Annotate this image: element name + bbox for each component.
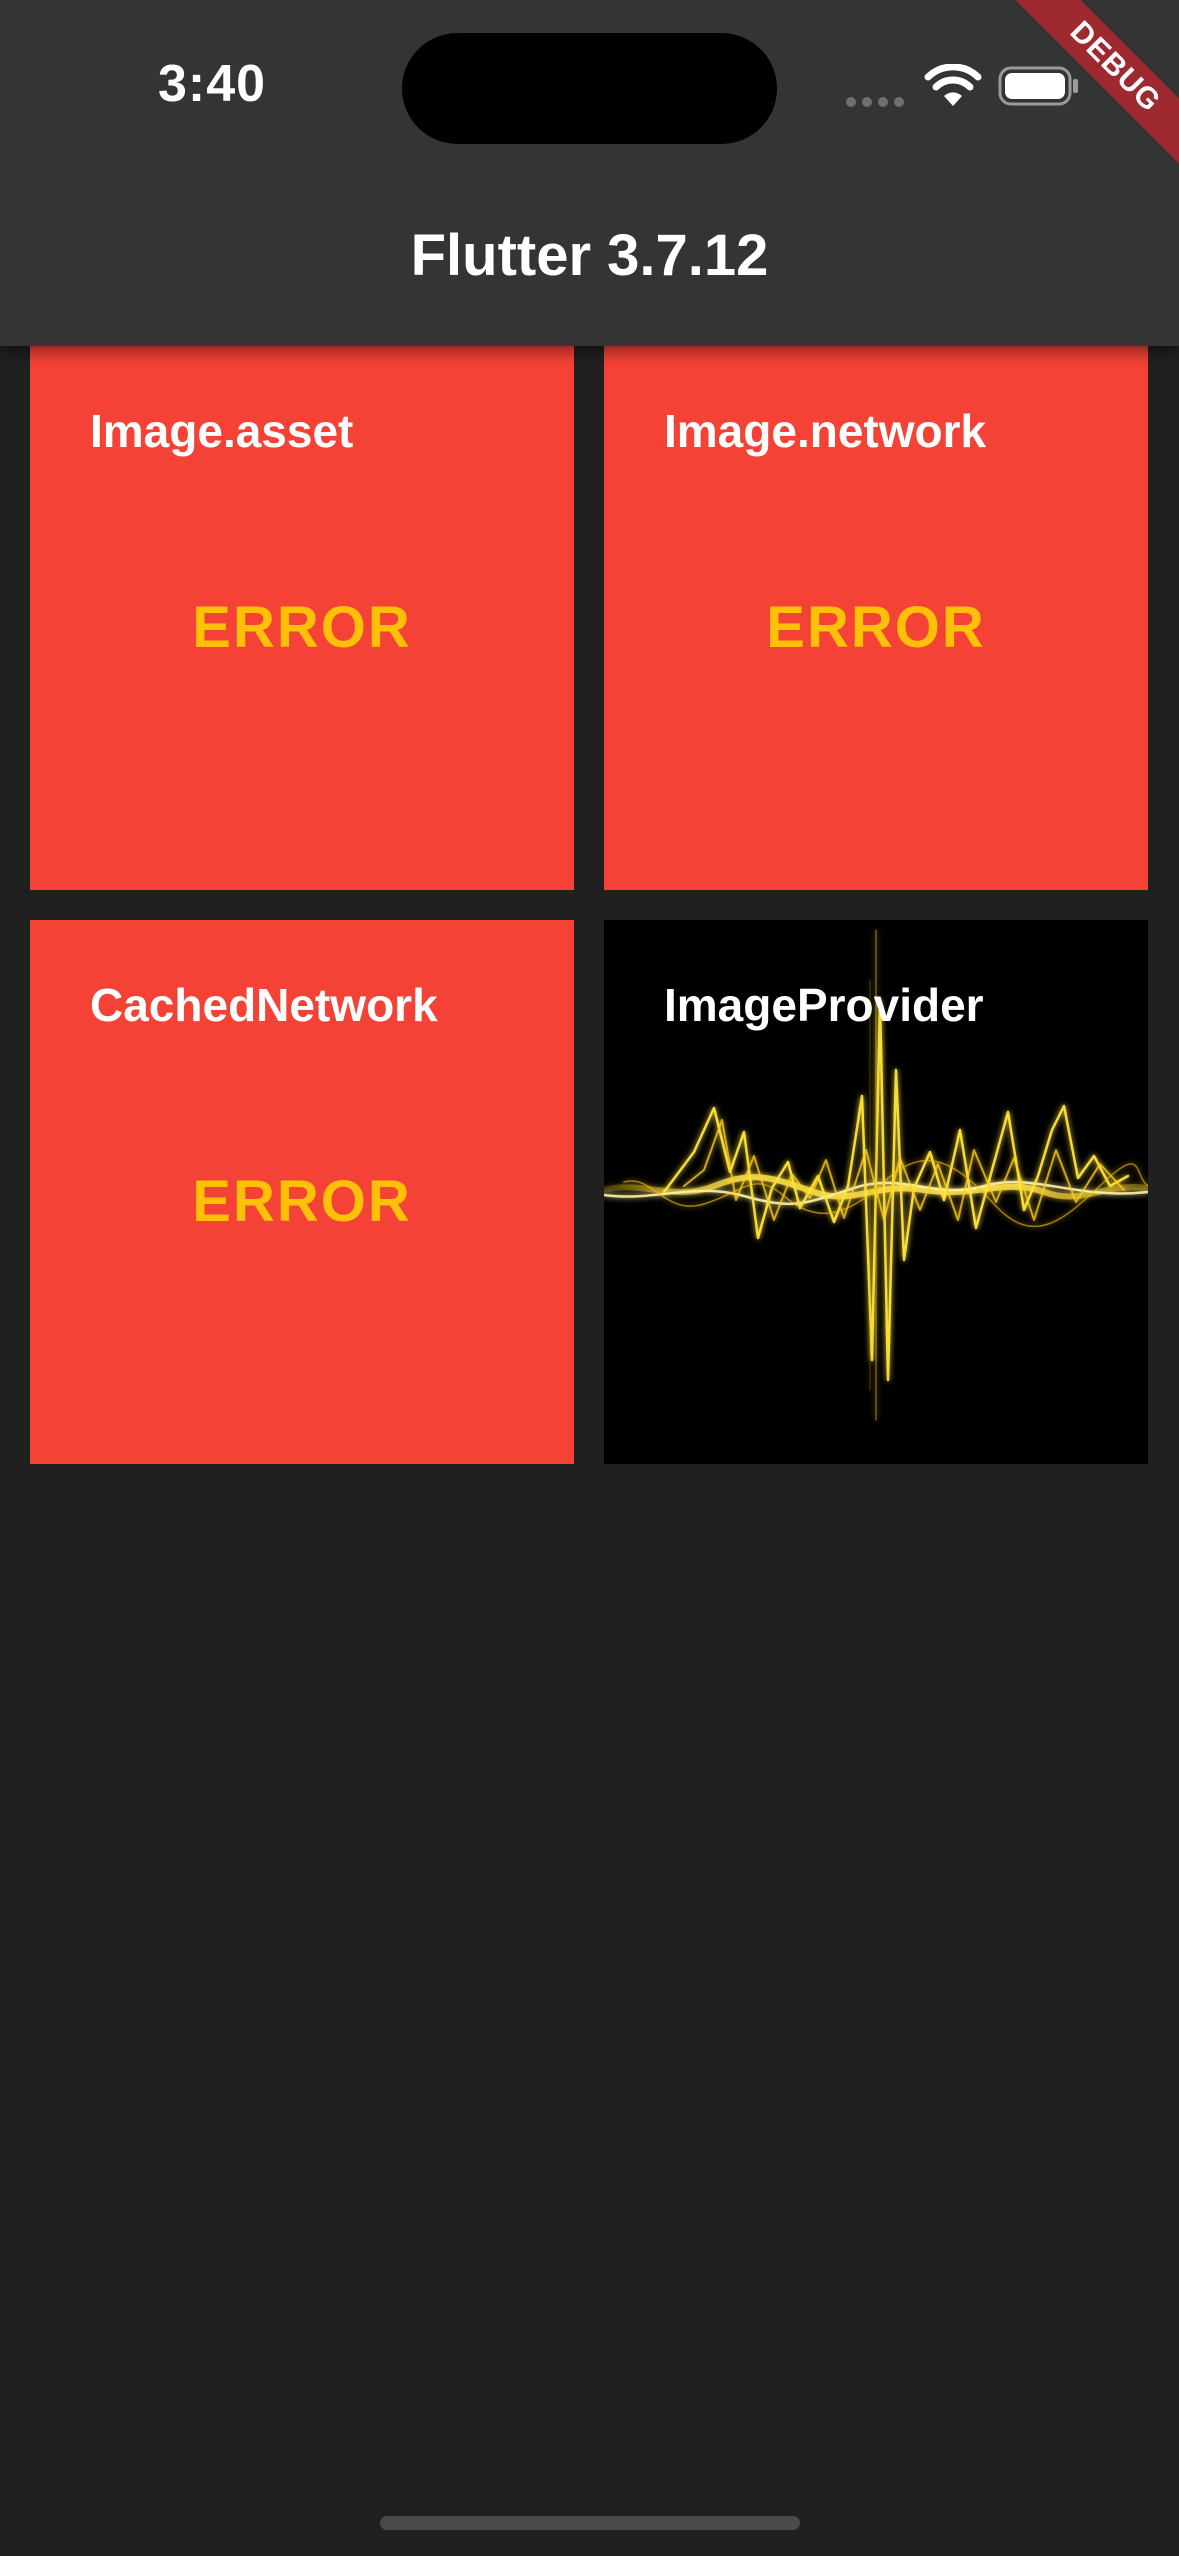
battery-icon [998,66,1078,106]
image-asset-tile: Image.asset ERROR [30,346,574,890]
image-network-tile: Image.network ERROR [604,346,1148,890]
cellular-signal-icon [846,97,904,107]
page-title: Flutter 3.7.12 [410,223,769,288]
tile-label: Image.network [664,405,987,457]
wifi-icon [924,64,982,106]
error-text: ERROR [766,595,986,660]
tile-label: Image.asset [90,405,354,457]
home-indicator[interactable] [380,2516,800,2530]
error-text: ERROR [192,1169,412,1234]
error-text: ERROR [192,595,412,660]
dynamic-island [402,33,777,144]
status-time: 3:40 [158,55,267,113]
tile-label: ImageProvider [664,979,984,1031]
tile-label: CachedNetwork [90,979,438,1031]
screen: 3:40 Flutter 3.7.12 DEBUG Image.asset ER… [0,0,1179,2556]
app-bar: 3:40 Flutter 3.7.12 [0,0,1179,346]
cached-network-tile: CachedNetwork ERROR [30,920,574,1464]
image-provider-tile: ImageProvider [604,920,1148,1464]
